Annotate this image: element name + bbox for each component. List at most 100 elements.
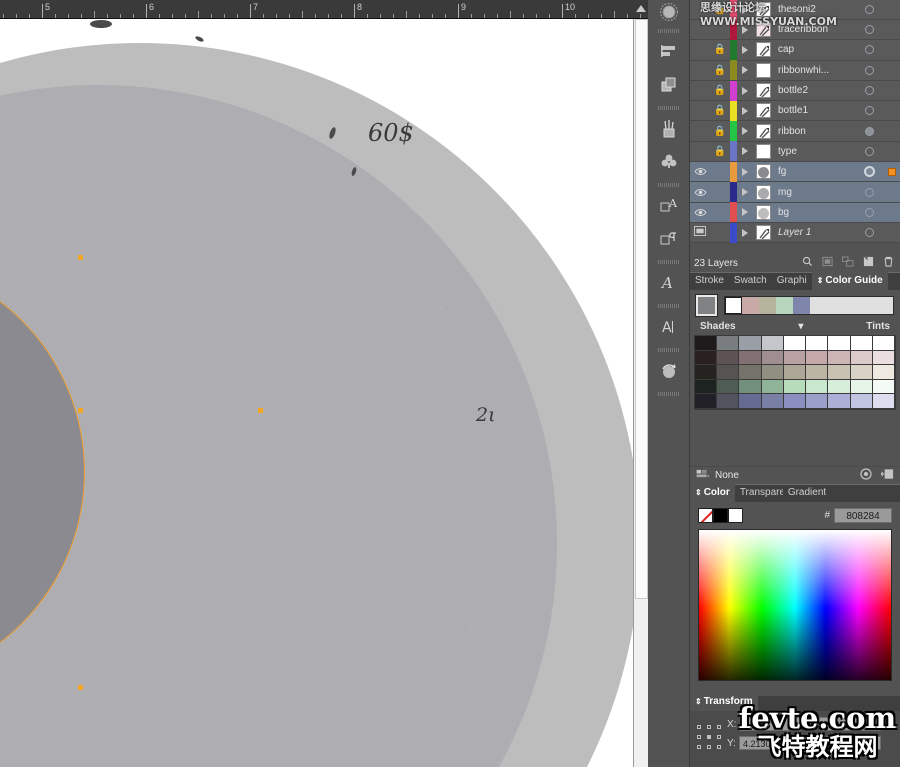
layer-name[interactable]: bg xyxy=(773,207,854,218)
variation-swatch[interactable] xyxy=(739,365,761,380)
layer-expand-arrow[interactable] xyxy=(737,168,753,176)
anchor-point-bottom[interactable] xyxy=(78,685,83,690)
layer-lock-toggle[interactable]: 🔒 xyxy=(710,126,730,137)
layer-thumbnail[interactable] xyxy=(753,205,773,220)
paragraph-styles-icon[interactable] xyxy=(648,222,690,255)
layer-thumbnail[interactable] xyxy=(753,83,773,98)
variation-swatch[interactable] xyxy=(873,365,895,380)
transform-h-input[interactable]: 3.9132 in xyxy=(819,736,881,750)
round-brush-icon[interactable] xyxy=(648,0,690,24)
tab-stroke[interactable]: Stroke xyxy=(690,272,729,290)
variation-swatch[interactable] xyxy=(851,380,873,395)
layer-row[interactable]: Layer 1 xyxy=(690,223,900,243)
variation-swatch[interactable] xyxy=(784,380,806,395)
harmony-dropdown-caret[interactable]: ▾ xyxy=(736,321,867,332)
limit-colors-icon[interactable] xyxy=(696,469,709,482)
variation-swatch[interactable] xyxy=(739,351,761,366)
horizontal-ruler[interactable]: 5678910 xyxy=(0,0,648,19)
eye-icon[interactable] xyxy=(694,167,707,176)
layer-name[interactable]: mg xyxy=(773,187,854,198)
variation-swatch[interactable] xyxy=(717,351,739,366)
tab-graphi[interactable]: Graphi xyxy=(772,272,812,290)
variation-swatch[interactable] xyxy=(739,336,761,351)
layer-row[interactable]: 🔒 type xyxy=(690,142,900,162)
brushes-icon[interactable] xyxy=(648,112,690,145)
variation-swatch[interactable] xyxy=(851,336,873,351)
stroke-swatch[interactable] xyxy=(728,508,743,523)
variation-swatch[interactable] xyxy=(828,365,850,380)
harmony-swatch[interactable] xyxy=(725,297,742,314)
canvas-vertical-scrollbar[interactable] xyxy=(633,19,648,767)
layer-name[interactable]: cap xyxy=(773,44,854,55)
layer-target-indicator[interactable] xyxy=(865,228,874,237)
layer-target-indicator[interactable] xyxy=(865,45,874,54)
layer-expand-arrow[interactable] xyxy=(737,87,753,95)
layer-row[interactable]: 🔒bottle1 xyxy=(690,101,900,121)
locate-object-icon[interactable] xyxy=(802,256,813,270)
harmony-swatch[interactable] xyxy=(759,297,776,314)
layer-thumbnail[interactable] xyxy=(753,63,773,78)
variation-swatch[interactable] xyxy=(695,336,717,351)
layer-row[interactable]: fg xyxy=(690,162,900,182)
eye-icon[interactable] xyxy=(694,188,707,197)
panel-menu-caret[interactable]: ⇕ xyxy=(695,697,702,706)
align-icon[interactable] xyxy=(648,35,690,68)
variation-swatch[interactable] xyxy=(828,394,850,409)
template-icon[interactable] xyxy=(694,226,706,239)
layer-lock-toggle[interactable]: 🔒 xyxy=(710,44,730,55)
variation-swatch[interactable] xyxy=(873,336,895,351)
lock-icon[interactable]: 🔒 xyxy=(714,85,726,96)
transform-tabstrip[interactable]: ⇕Transform xyxy=(690,696,900,711)
layer-row[interactable]: 🔒 bottle2 xyxy=(690,81,900,101)
layer-expand-arrow[interactable] xyxy=(737,6,753,14)
dock-grip[interactable] xyxy=(658,348,680,352)
layer-name[interactable]: thesoni2 xyxy=(773,4,854,15)
layer-expand-arrow[interactable] xyxy=(737,46,753,54)
dock-grip[interactable] xyxy=(658,304,680,308)
layer-thumbnail[interactable] xyxy=(753,185,773,200)
reference-point-selector[interactable] xyxy=(697,725,723,751)
layer-name[interactable]: ribbon xyxy=(773,126,854,137)
create-sublayer-icon[interactable] xyxy=(842,256,854,270)
layer-visibility-toggle[interactable] xyxy=(690,188,710,197)
layer-name[interactable]: bottle1 xyxy=(773,105,854,116)
variation-swatch[interactable] xyxy=(851,394,873,409)
transform-y-input[interactable]: 4.2130 in xyxy=(739,736,801,750)
color-guide-tabstrip[interactable]: StrokeSwatchGraphi⇕Color Guide xyxy=(690,272,900,290)
layer-name[interactable]: ribbonwhi... xyxy=(773,65,854,76)
none-swatch[interactable] xyxy=(698,508,713,523)
layer-expand-arrow[interactable] xyxy=(737,26,753,34)
base-color-swatch[interactable] xyxy=(696,295,717,316)
layer-visibility-toggle[interactable] xyxy=(690,208,710,217)
variation-swatch[interactable] xyxy=(784,394,806,409)
variation-swatch[interactable] xyxy=(806,351,828,366)
layer-target-indicator[interactable] xyxy=(865,66,874,75)
layer-name[interactable]: bottle2 xyxy=(773,85,854,96)
layer-expand-arrow[interactable] xyxy=(737,66,753,74)
layer-row[interactable]: 🔒 ribbon xyxy=(690,121,900,141)
layer-visibility-toggle[interactable] xyxy=(690,226,710,239)
save-group-icon[interactable] xyxy=(881,468,894,483)
scrollbar-thumb[interactable] xyxy=(635,19,648,599)
layer-name[interactable]: traceribbon xyxy=(773,24,854,35)
anchor-point-right[interactable] xyxy=(258,408,263,413)
layer-thumbnail[interactable] xyxy=(753,124,773,139)
layer-name[interactable]: type xyxy=(773,146,854,157)
hex-input[interactable]: 808284 xyxy=(834,508,892,523)
lock-icon[interactable]: 🔒 xyxy=(714,146,726,157)
tab-color-guide[interactable]: ⇕Color Guide xyxy=(812,272,888,290)
delete-layer-icon[interactable] xyxy=(883,256,894,270)
layer-expand-arrow[interactable] xyxy=(737,127,753,135)
new-layer-icon[interactable] xyxy=(863,256,874,270)
layer-lock-toggle[interactable]: 🔒 xyxy=(710,4,730,15)
tab-gradient[interactable]: Gradient xyxy=(783,484,831,502)
variation-swatch[interactable] xyxy=(762,394,784,409)
layer-expand-arrow[interactable] xyxy=(737,188,753,196)
lock-icon[interactable]: 🔒 xyxy=(714,44,726,55)
variation-swatch[interactable] xyxy=(873,351,895,366)
layer-target-indicator[interactable] xyxy=(865,208,874,217)
variation-swatch[interactable] xyxy=(873,380,895,395)
variation-swatch[interactable] xyxy=(695,380,717,395)
layer-thumbnail[interactable] xyxy=(753,164,773,179)
symbols-icon[interactable] xyxy=(648,145,690,178)
